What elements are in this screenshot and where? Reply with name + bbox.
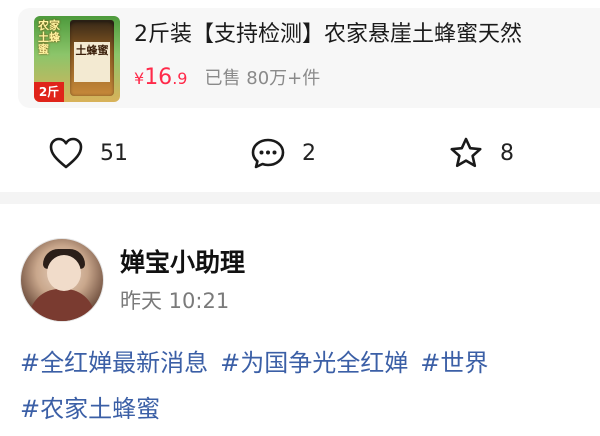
section-divider [0,192,600,204]
favorite-button[interactable]: 8 [448,136,514,170]
comment-icon [251,138,285,169]
heart-icon [49,137,83,169]
post-tags: #全红婵最新消息 #为国争光全红婵 #世界 #农家土蜂蜜 [20,340,600,432]
sold-count: 已售 80万+件 [204,68,321,89]
product-card[interactable]: 农家土蜂蜜 土蜂蜜 2斤 2斤装【支持检测】农家悬崖土蜂蜜天然 ¥16.9 已售… [18,8,600,108]
like-button[interactable]: 51 [48,136,128,170]
username[interactable]: 婵宝小助理 [120,246,245,280]
comment-count: 2 [302,140,316,166]
hashtag-link[interactable]: #农家土蜂蜜 [20,395,160,423]
weight-badge: 2斤 [34,82,64,102]
avatar-face [47,255,81,291]
star-icon [450,137,482,168]
post-timestamp: 昨天 10:21 [120,289,230,313]
action-bar: 51 2 8 [0,120,600,186]
price-row: ¥16.9 已售 80万+件 [134,64,320,90]
hashtag-link[interactable]: #为国争光全红婵 [220,349,408,377]
product-thumbnail[interactable]: 农家土蜂蜜 土蜂蜜 2斤 [34,16,120,102]
hashtag-link[interactable]: #全红婵最新消息 [20,349,208,377]
like-count: 51 [100,140,128,166]
post-detail-screen: 农家土蜂蜜 土蜂蜜 2斤 2斤装【支持检测】农家悬崖土蜂蜜天然 ¥16.9 已售… [0,0,600,436]
comment-button[interactable]: 2 [250,136,316,170]
product-title[interactable]: 2斤装【支持检测】农家悬崖土蜂蜜天然 [134,20,600,50]
jar-label: 土蜂蜜 [74,42,110,82]
price-decimal: .9 [172,69,188,88]
tag-line-2: #农家土蜂蜜 [20,386,600,432]
price-integer: 16 [144,65,173,90]
favorite-count: 8 [500,140,514,166]
thumbnail-title: 农家土蜂蜜 [38,19,60,56]
avatar-body [29,289,95,321]
currency-symbol: ¥ [134,69,145,88]
tag-line-1: #全红婵最新消息 #为国争光全红婵 #世界 [20,340,600,386]
avatar[interactable] [20,238,104,322]
hashtag-link[interactable]: #世界 [420,349,488,377]
